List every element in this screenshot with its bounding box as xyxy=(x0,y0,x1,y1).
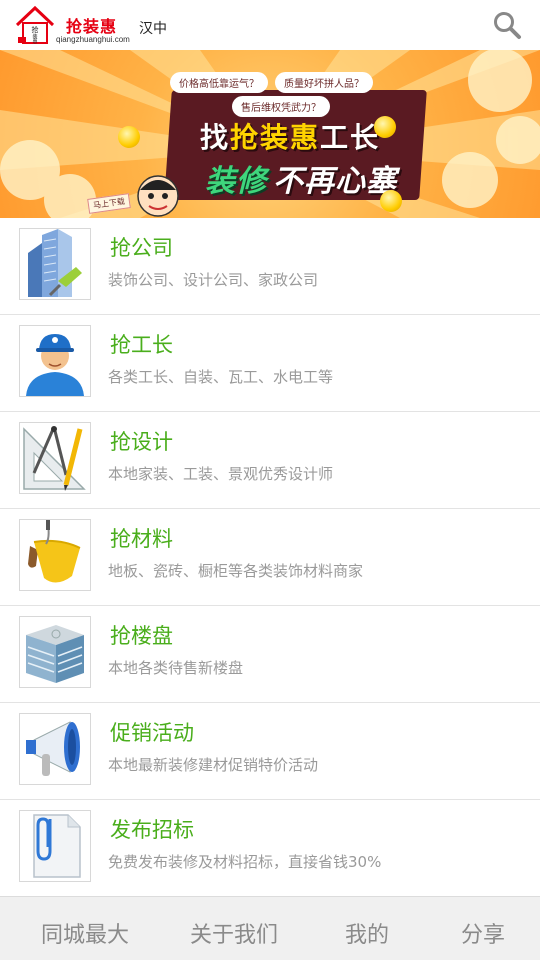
list-item-subtitle: 免费发布装修及材料招标，直接省钱30% xyxy=(108,853,382,871)
list-item-materials[interactable]: 抢材料 地板、瓷砖、橱柜等各类装饰材料商家 xyxy=(0,509,540,606)
cartoon-face-icon xyxy=(137,175,179,217)
list-item-subtitle: 本地各类待售新楼盘 xyxy=(108,659,244,677)
list-item-title: 抢设计 xyxy=(110,430,173,454)
drafting-tools-icon xyxy=(19,422,91,494)
city-selector[interactable]: 汉中 xyxy=(139,18,167,38)
list-item-title: 发布招标 xyxy=(110,818,194,842)
top-bar: 抢 装 惠 抢装惠 qiangzhuanghui.com 汉中 xyxy=(0,0,540,50)
list-item-title: 抢公司 xyxy=(110,236,173,260)
tab-mine[interactable]: 我的 xyxy=(345,917,389,949)
list-item-promotion[interactable]: 促销活动 本地最新装修建材促销特价活动 xyxy=(0,703,540,800)
list-item-subtitle: 本地最新装修建材促销特价活动 xyxy=(108,756,319,774)
list-item-subtitle: 地板、瓷砖、橱柜等各类装饰材料商家 xyxy=(108,562,364,580)
list-item-property[interactable]: 抢楼盘 本地各类待售新楼盘 xyxy=(0,606,540,703)
coin-icon xyxy=(380,190,402,212)
list-item-foreman[interactable]: 抢工长 各类工长、自装、瓦工、水电工等 xyxy=(0,315,540,412)
list-item-title: 抢工长 xyxy=(110,333,173,357)
building-icon xyxy=(19,228,91,300)
promo-banner[interactable]: 价格高低靠运气？ 质量好坏拼人品？ 售后维权凭武力？ 找抢装惠工长 装修 不再心塞… xyxy=(0,50,540,218)
logo-name: 抢装惠 xyxy=(66,17,118,36)
house-logo-icon: 抢 装 惠 xyxy=(15,5,55,45)
tab-largest-local[interactable]: 同城最大 xyxy=(41,917,129,949)
list-item-title: 促销活动 xyxy=(110,721,194,745)
list-item-design[interactable]: 抢设计 本地家装、工装、景观优秀设计师 xyxy=(0,412,540,509)
bottom-nav: 同城最大 关于我们 我的 分享 xyxy=(0,896,540,960)
service-list: 抢公司 装饰公司、设计公司、家政公司 抢工长 各类工长、自装、瓦工、水电工等 抢… xyxy=(0,218,540,897)
list-item-subtitle: 各类工长、自装、瓦工、水电工等 xyxy=(108,368,334,386)
list-item-subtitle: 本地家装、工装、景观优秀设计师 xyxy=(108,465,334,483)
coin-icon xyxy=(374,116,396,138)
banner-slogan: 装修 不再心塞 xyxy=(205,164,397,199)
brand-logo[interactable]: 抢 装 惠 抢装惠 qiangzhuanghui.com xyxy=(14,3,132,47)
svg-text:抢: 抢 xyxy=(32,25,39,34)
worker-icon xyxy=(19,325,91,397)
list-item-company[interactable]: 抢公司 装饰公司、设计公司、家政公司 xyxy=(0,218,540,315)
coin-icon xyxy=(118,126,140,148)
megaphone-icon xyxy=(19,713,91,785)
list-item-title: 抢材料 xyxy=(110,527,173,551)
paperclip-document-icon xyxy=(19,810,91,882)
logo-domain: qiangzhuanghui.com xyxy=(56,35,130,44)
banner-title: 找抢装惠工长 xyxy=(200,121,381,154)
list-item-title: 抢楼盘 xyxy=(110,624,173,648)
search-icon[interactable] xyxy=(492,10,522,40)
svg-text:惠: 惠 xyxy=(32,38,37,45)
banner-bubble: 售后维权凭武力？ xyxy=(232,96,330,117)
banner-bubble: 质量好坏拼人品？ xyxy=(275,72,373,93)
list-item-tender[interactable]: 发布招标 免费发布装修及材料招标，直接省钱30% xyxy=(0,800,540,897)
paint-bucket-icon xyxy=(19,519,91,591)
banner-bubble: 价格高低靠运气？ xyxy=(170,72,268,93)
office-building-icon xyxy=(19,616,91,688)
tab-share[interactable]: 分享 xyxy=(461,917,505,949)
tab-about-us[interactable]: 关于我们 xyxy=(190,917,278,949)
list-item-subtitle: 装饰公司、设计公司、家政公司 xyxy=(108,271,319,289)
